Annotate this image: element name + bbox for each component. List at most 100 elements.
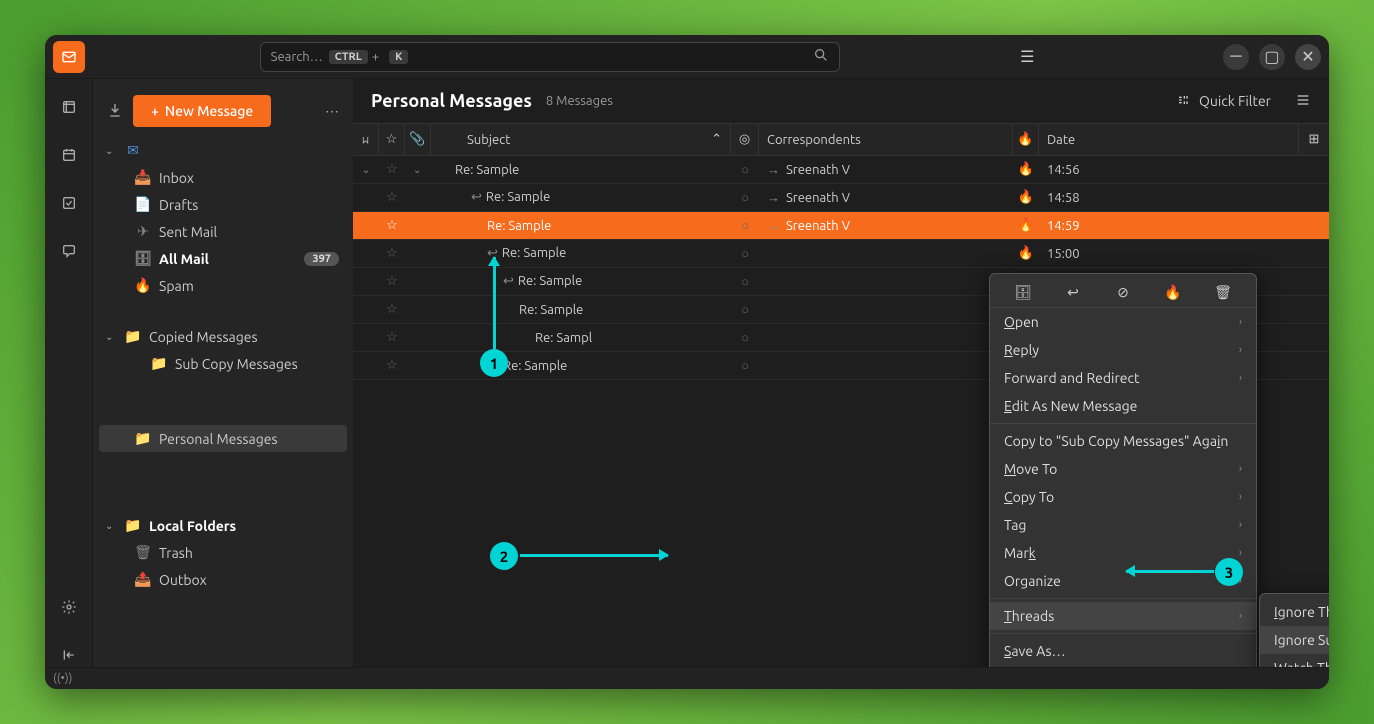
correspondent-name: Sreenath V	[786, 219, 850, 233]
ctx-threads[interactable]: Threads›	[990, 602, 1256, 630]
spam-indicator[interactable]: ○	[731, 268, 759, 295]
folder-all-mail[interactable]: 🗄All Mail397	[93, 245, 353, 272]
spam-indicator[interactable]: ○	[731, 184, 759, 211]
sent-label: Sent Mail	[159, 224, 217, 240]
display-options-icon[interactable]	[1295, 92, 1311, 111]
ctx-copy-again[interactable]: Copy to "Sub Copy Messages" Again	[990, 427, 1256, 455]
tasks-rail-icon[interactable]	[57, 191, 81, 215]
search-bar[interactable]: Search… CTRL + K	[260, 42, 840, 72]
message-row[interactable]: ☆ ↩Re: Sample ○ →Sreenath V 🔥 14:58	[353, 184, 1329, 212]
star-icon[interactable]: ☆	[379, 212, 405, 239]
delete-icon[interactable]: 🗑	[1211, 284, 1235, 301]
calendar-rail-icon[interactable]	[57, 143, 81, 167]
app-icon[interactable]	[53, 41, 85, 73]
ctx-edit-new[interactable]: Edit As New Message	[990, 392, 1256, 420]
junk-icon[interactable]: ⊘	[1111, 284, 1135, 301]
star-icon[interactable]: ☆	[379, 296, 405, 323]
sub-watch-thread[interactable]: Watch Thread	[1260, 654, 1329, 667]
spam-indicator[interactable]: ○	[731, 240, 759, 267]
collapse-rail-icon[interactable]	[57, 643, 81, 667]
junk-indicator[interactable]: 🔥	[1013, 240, 1039, 267]
plus-icon: +	[151, 103, 159, 119]
star-icon[interactable]: ☆	[379, 324, 405, 351]
folder-sent[interactable]: ✈Sent Mail	[93, 218, 353, 245]
get-messages-icon[interactable]	[107, 102, 123, 121]
folder-trash[interactable]: 🗑Trash	[93, 539, 353, 566]
folder-spam[interactable]: 🔥Spam	[93, 272, 353, 299]
sidebar-header: + New Message ⋯	[93, 89, 353, 133]
chevron-down-icon[interactable]: ⌄	[413, 164, 421, 176]
account-item[interactable]: ⌄✉	[93, 137, 353, 164]
archive-icon: 🗄	[135, 250, 151, 267]
sync-icon[interactable]: ((•))	[53, 672, 72, 685]
message-row[interactable]: ⌄ ☆ ⌄ Re: Sample ○ →Sreenath V 🔥 14:56	[353, 156, 1329, 184]
archive-icon[interactable]: 🗄	[1011, 284, 1035, 301]
junk-indicator[interactable]: 🔥	[1013, 212, 1039, 239]
mail-rail-icon[interactable]	[57, 95, 81, 119]
ctx-forward[interactable]: Forward and Redirect›	[990, 364, 1256, 392]
col-date[interactable]: Date	[1039, 124, 1299, 155]
message-row[interactable]: ☆ Re: Sample ○ →Sreenath V 🔥 14:59	[353, 212, 1329, 240]
spam-indicator[interactable]: ○	[731, 296, 759, 323]
menu-icon[interactable]: ☰	[1014, 44, 1040, 70]
ctx-open[interactable]: Open›	[990, 308, 1256, 336]
new-message-button[interactable]: + New Message	[133, 95, 271, 127]
col-correspondents[interactable]: Correspondents	[759, 124, 1013, 155]
sub-ignore-subthread[interactable]: Ignore Subthread	[1260, 626, 1329, 654]
trash-icon: 🗑	[135, 544, 151, 561]
local-folders[interactable]: ⌄📁Local Folders	[93, 512, 353, 539]
mail-account-icon: ✉	[125, 142, 141, 159]
col-picker[interactable]: ⊞	[1299, 124, 1329, 155]
junk-indicator[interactable]: 🔥	[1013, 156, 1039, 183]
ctx-reply[interactable]: Reply›	[990, 336, 1256, 364]
ctx-save-as[interactable]: Save As…	[990, 637, 1256, 665]
folder-drafts[interactable]: 📄Drafts	[93, 191, 353, 218]
content-header: Personal Messages 8 Messages Quick Filte…	[353, 79, 1329, 124]
minimize-button[interactable]: ─	[1223, 44, 1249, 70]
col-subject[interactable]: Subject⌃	[431, 124, 731, 155]
settings-rail-icon[interactable]	[57, 595, 81, 619]
arrow-icon: →	[767, 190, 780, 205]
folder-outbox[interactable]: 📤Outbox	[93, 566, 353, 593]
sub-ignore-thread[interactable]: Ignore Thread	[1260, 598, 1329, 626]
annotation-1: 1	[480, 349, 508, 377]
spam-indicator[interactable]: ○	[731, 324, 759, 351]
spam-indicator[interactable]: ○	[731, 156, 759, 183]
context-menu: 🗄 ↩ ⊘ 🔥 🗑 Open› Reply› Forward and Redir…	[989, 273, 1257, 667]
message-time: 14:58	[1047, 191, 1080, 205]
ctx-copy-to[interactable]: Copy To›	[990, 483, 1256, 511]
folder-inbox[interactable]: 📥Inbox	[93, 164, 353, 191]
star-icon[interactable]: ☆	[379, 240, 405, 267]
folder-copied[interactable]: ⌄📁Copied Messages	[93, 323, 353, 350]
star-icon[interactable]: ☆	[379, 352, 405, 379]
col-junk[interactable]: 🔥	[1013, 124, 1039, 155]
junk-indicator[interactable]: 🔥	[1013, 184, 1039, 211]
star-icon[interactable]: ☆	[379, 156, 405, 183]
more-icon[interactable]: ⋯	[325, 103, 339, 120]
star-icon[interactable]: ☆	[379, 184, 405, 211]
ctx-move-to[interactable]: Move To›	[990, 455, 1256, 483]
folder-personal[interactable]: 📁Personal Messages	[99, 425, 347, 452]
folder-subcopy[interactable]: 📁Sub Copy Messages	[93, 350, 353, 377]
star-icon[interactable]: ☆	[379, 268, 405, 295]
reply-icon[interactable]: ↩	[1061, 284, 1085, 301]
fire-icon[interactable]: 🔥	[1161, 284, 1185, 301]
col-thread[interactable]	[353, 124, 379, 155]
window-controls: ─ ▢ ✕	[1223, 44, 1321, 70]
spam-indicator[interactable]: ○	[731, 212, 759, 239]
chat-rail-icon[interactable]	[57, 239, 81, 263]
quick-filter[interactable]: Quick Filter	[1175, 92, 1311, 111]
col-attach[interactable]: 📎	[405, 124, 431, 155]
titlebar: Search… CTRL + K ☰ ─ ▢ ✕	[45, 35, 1329, 79]
col-spam[interactable]: ◎	[731, 124, 759, 155]
col-star[interactable]: ☆	[379, 124, 405, 155]
thread-chevron-icon[interactable]: ⌄	[362, 164, 370, 176]
maximize-button[interactable]: ▢	[1259, 44, 1285, 70]
search-placeholder: Search…	[271, 50, 323, 64]
ctx-print[interactable]: Print…	[990, 665, 1256, 667]
date-label: Date	[1047, 133, 1075, 147]
ctx-tag[interactable]: Tag›	[990, 511, 1256, 539]
spam-indicator[interactable]: ○	[731, 352, 759, 379]
close-button[interactable]: ✕	[1295, 44, 1321, 70]
outbox-label: Outbox	[159, 572, 207, 588]
